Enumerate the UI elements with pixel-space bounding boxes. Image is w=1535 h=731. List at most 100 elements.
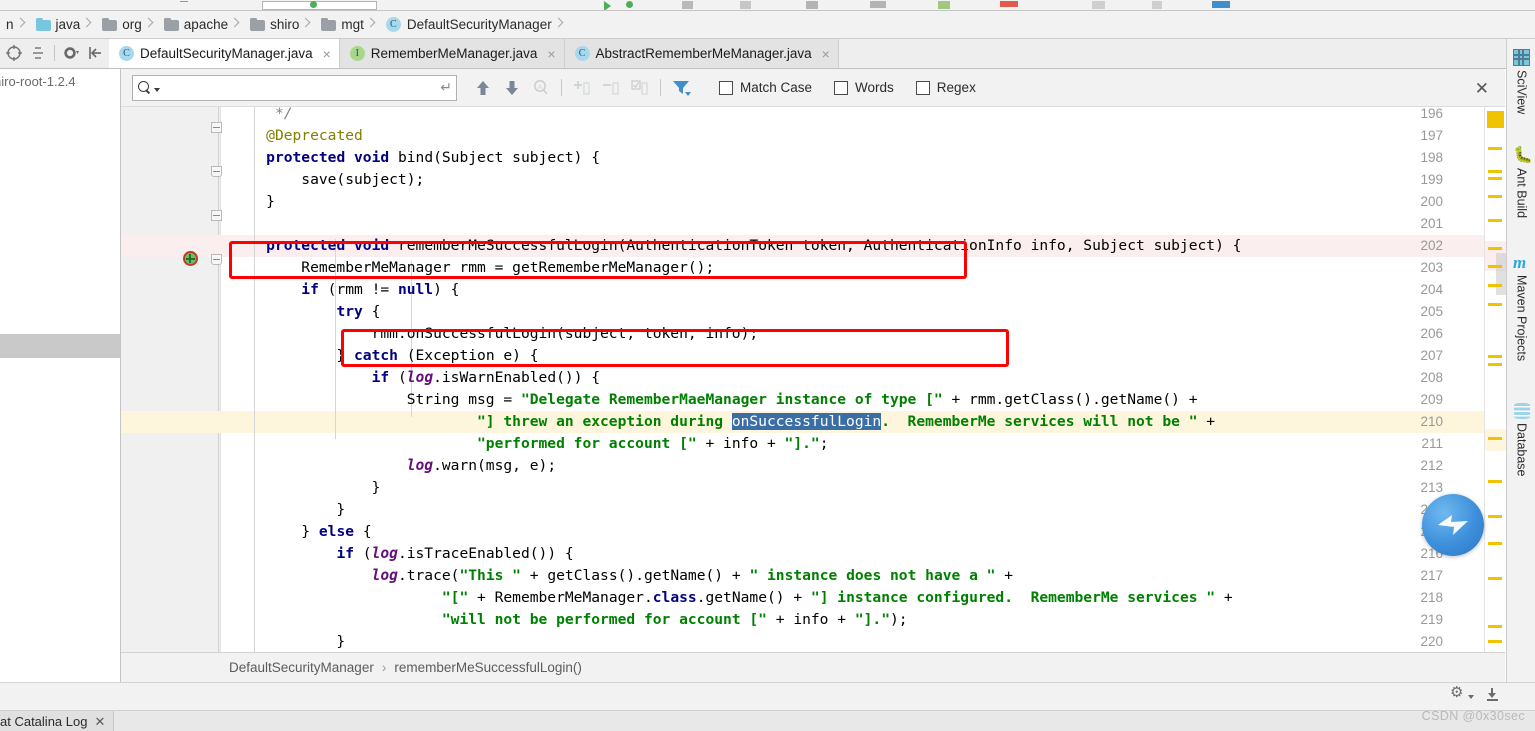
run-icon[interactable] — [604, 1, 611, 10]
settings-gear-icon[interactable] — [1450, 685, 1464, 702]
code-line-198: protected void bind(Subject subject) { — [231, 147, 600, 169]
stripe-marker[interactable] — [1488, 195, 1502, 198]
update-icon[interactable] — [938, 1, 950, 9]
stripe-marker[interactable] — [1488, 265, 1502, 268]
select-all-occurrences-button[interactable] — [631, 79, 649, 97]
code-line-214: } — [231, 499, 345, 521]
stripe-yellow-band — [1485, 429, 1506, 451]
editor-tab-label: RememberMeManager.java — [370, 46, 538, 61]
line-number-197: 197 — [1420, 128, 1443, 143]
coverage-icon[interactable] — [682, 1, 693, 9]
close-icon[interactable]: × — [822, 47, 830, 61]
split-icon[interactable] — [30, 45, 46, 61]
breadcrumb-class[interactable]: DefaultSecurityManager — [229, 660, 374, 675]
tool-tab-database[interactable]: Database — [1507, 403, 1535, 477]
stripe-marker[interactable] — [1488, 542, 1502, 545]
words-option[interactable]: Words — [834, 80, 894, 95]
search-everywhere-icon[interactable] — [1212, 1, 1230, 8]
code-editor[interactable]: */ @Deprecated protected void bind(Subje… — [121, 107, 1505, 652]
close-find-button[interactable]: ✕ — [1475, 80, 1489, 97]
settings-gear-icon[interactable] — [63, 45, 79, 61]
close-icon[interactable]: × — [323, 47, 331, 61]
breadcrumb-item-java[interactable]: java — [30, 11, 97, 39]
stripe-marker[interactable] — [1488, 170, 1502, 173]
regex-option[interactable]: Regex — [915, 80, 976, 95]
stripe-marker[interactable] — [1488, 480, 1502, 483]
find-previous-button[interactable] — [474, 79, 492, 97]
match-case-option[interactable]: Match Case — [719, 80, 812, 95]
filter-button[interactable] — [672, 79, 691, 97]
editor-tab-DefaultSecurityManager[interactable]: C DefaultSecurityManager.java × — [109, 39, 340, 68]
misc-icon[interactable] — [1092, 1, 1105, 9]
editor-gutter[interactable] — [121, 107, 221, 652]
arrow-icon[interactable] — [870, 1, 886, 8]
words-checkbox[interactable] — [834, 80, 849, 95]
profiler-icon[interactable] — [740, 1, 751, 9]
code-token: { — [354, 523, 372, 540]
debug-icon[interactable] — [626, 1, 633, 8]
project-tool-window[interactable]: hiro-root-1.2.4 — [0, 69, 121, 334]
stripe-marker[interactable] — [1487, 111, 1504, 128]
stop-red-icon[interactable] — [1000, 1, 1018, 7]
stripe-marker[interactable] — [1488, 640, 1502, 643]
code-token: } — [231, 523, 319, 540]
editor-tab-bar: C DefaultSecurityManager.java × I Rememb… — [0, 39, 1535, 69]
error-stripe-marker-bar[interactable] — [1484, 107, 1507, 652]
run-config-dropdown[interactable] — [262, 1, 377, 10]
find-all-button[interactable]: A — [532, 79, 550, 97]
remove-selection-button[interactable] — [602, 79, 620, 97]
code-line-207: } catch (Exception e) { — [231, 345, 538, 367]
download-updates-icon[interactable] — [1486, 688, 1499, 702]
find-next-button[interactable] — [503, 79, 521, 97]
add-selection-button[interactable] — [573, 79, 591, 97]
stripe-marker[interactable] — [1488, 219, 1502, 222]
target-icon[interactable] — [6, 45, 22, 61]
code-line-206: rmm.onSuccessfulLogin(subject, token, in… — [231, 323, 759, 345]
match-case-checkbox[interactable] — [719, 80, 733, 95]
tool-tab-maven-projects[interactable]: m Maven Projects — [1507, 254, 1535, 361]
floating-app-icon[interactable] — [1422, 494, 1484, 556]
stripe-marker[interactable] — [1488, 147, 1502, 150]
editor-tab-label: DefaultSecurityManager.java — [140, 46, 313, 61]
stripe-marker[interactable] — [1488, 247, 1502, 250]
code-token: if — [301, 281, 319, 298]
editor-tab-AbstractRememberMeManager[interactable]: C AbstractRememberMeManager.java × — [564, 39, 839, 68]
code-line-199: save(subject); — [231, 169, 424, 191]
chevron-down-icon[interactable] — [1468, 695, 1474, 699]
stripe-marker[interactable] — [1488, 515, 1502, 518]
misc2-icon[interactable] — [1152, 1, 1162, 9]
breadcrumb-item-0[interactable]: n — [0, 11, 30, 39]
stripe-marker[interactable] — [1488, 363, 1502, 366]
stripe-marker[interactable] — [1488, 355, 1502, 358]
regex-checkbox[interactable] — [915, 80, 930, 95]
breakpoint-icon[interactable] — [183, 251, 198, 266]
tool-tab-ant-build[interactable]: 🐛 Ant Build — [1507, 147, 1535, 218]
stripe-marker[interactable] — [1488, 303, 1502, 306]
tool-tab-sciview[interactable]: SciView — [1507, 49, 1535, 114]
breadcrumb-method[interactable]: rememberMeSuccessfulLogin() — [394, 660, 582, 675]
breadcrumb-item-class[interactable]: C DefaultSecurityManager — [380, 11, 568, 39]
search-input[interactable] — [160, 79, 441, 96]
breadcrumb-item-org[interactable]: org — [96, 11, 158, 39]
close-icon[interactable]: × — [547, 47, 555, 61]
breadcrumb-item-shiro[interactable]: shiro — [244, 11, 315, 39]
stripe-marker[interactable] — [1488, 284, 1502, 287]
editor-tab-tools — [0, 38, 109, 68]
close-icon[interactable]: ✕ — [94, 714, 105, 730]
breadcrumb-item-apache[interactable]: apache — [158, 11, 244, 39]
find-input-wrapper[interactable]: ↵ — [132, 74, 457, 101]
stop-icon[interactable] — [806, 1, 818, 9]
bottom-tab-catalina-log[interactable]: at Catalina Log ✕ — [0, 711, 115, 731]
stripe-marker[interactable] — [1488, 625, 1502, 628]
breadcrumb-item-mgt[interactable]: mgt — [315, 11, 380, 39]
collapse-left-icon[interactable] — [87, 45, 103, 61]
stripe-marker[interactable] — [1488, 177, 1502, 180]
editor-tab-RememberMeManager[interactable]: I RememberMeManager.java × — [339, 39, 565, 68]
code-token: . RememberMe services will not be " — [881, 413, 1198, 430]
code-text-area[interactable]: */ @Deprecated protected void bind(Subje… — [221, 107, 1505, 652]
stripe-marker[interactable] — [1488, 437, 1502, 440]
folder-icon — [163, 18, 179, 31]
stripe-marker[interactable] — [1488, 577, 1502, 580]
code-line-211: "performed for account [" + info + "]."; — [231, 433, 828, 455]
